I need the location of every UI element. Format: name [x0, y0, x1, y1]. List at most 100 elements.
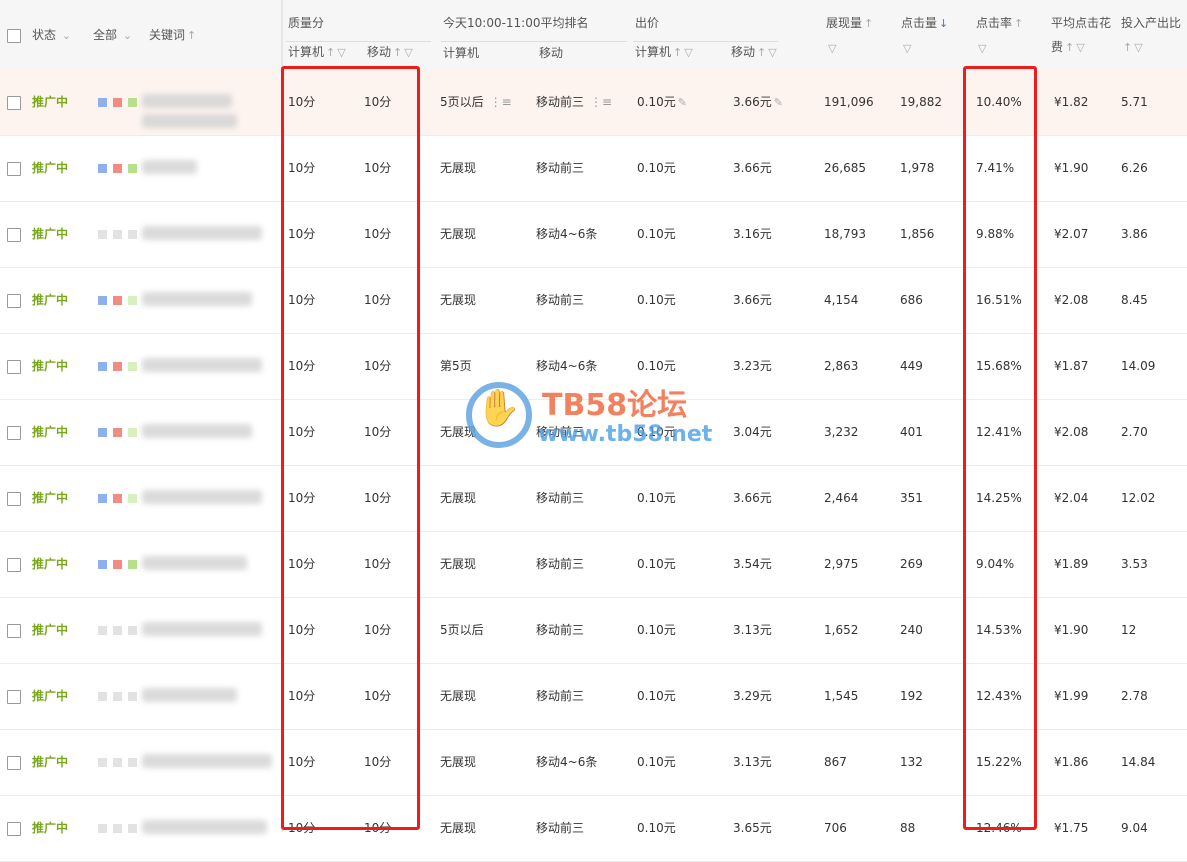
rank-mobile-cell: 移动前三 [536, 268, 584, 333]
row-checkbox[interactable] [7, 558, 21, 572]
bid-pc-cell-value: 0.10元 [637, 491, 676, 505]
select-all-checkbox[interactable] [7, 29, 21, 43]
filter-icon[interactable]: ▽ [978, 42, 986, 55]
keyword-text-redacted[interactable] [142, 424, 252, 438]
row-checkbox[interactable] [7, 690, 21, 704]
row-checkbox[interactable] [7, 492, 21, 506]
keyword-text-redacted[interactable] [142, 292, 252, 306]
status-cell: 推广中 [32, 227, 69, 241]
keyword-tag-icon [98, 494, 107, 503]
filter-icon[interactable]: ▽ [768, 46, 776, 59]
impressions-cell: 2,975 [824, 532, 858, 597]
filter-icon[interactable]: ▽ [684, 46, 692, 59]
cpc-cell: ¥1.86 [1054, 730, 1088, 795]
keyword-text-redacted[interactable] [142, 358, 262, 372]
row-checkbox[interactable] [7, 228, 21, 242]
bid-mobile-header[interactable]: 移动 ↑ ▽ [731, 44, 777, 61]
row-checkbox[interactable] [7, 360, 21, 374]
keyword-text-redacted[interactable] [142, 688, 237, 702]
clicks-cell-value: 192 [900, 689, 923, 703]
keyword-text-redacted[interactable] [142, 226, 262, 240]
status-cell: 推广中 [32, 161, 69, 175]
row-checkbox[interactable] [7, 294, 21, 308]
keyword-tag-icon [113, 98, 122, 107]
edit-icon[interactable]: ✎ [678, 96, 687, 109]
clicks-cell-value: 1,856 [900, 227, 935, 241]
roi-cell: 12.02 [1121, 466, 1155, 531]
quality-score-group: 质量分 [288, 16, 325, 30]
keyword-tag-icon [128, 428, 137, 437]
row-checkbox[interactable] [7, 426, 21, 440]
impressions-label: 展现量 [826, 16, 863, 30]
impressions-cell-value: 1,545 [824, 689, 859, 703]
rank-pc-cell-value: 无展现 [440, 293, 477, 307]
quality-mobile-header[interactable]: 移动 ↑ ▽ [367, 44, 413, 61]
keyword-tag-icon [113, 362, 122, 371]
keyword-text-redacted[interactable] [142, 94, 232, 108]
roi-cell: 5.71 [1121, 70, 1148, 135]
clicks-header[interactable]: 点击量 ↓ [901, 15, 948, 32]
impressions-cell-value: 3,232 [824, 425, 859, 439]
keyword-text-redacted[interactable] [142, 556, 247, 570]
clicks-cell-value: 132 [900, 755, 923, 769]
bid-mobile-cell: 3.65元 [733, 796, 772, 861]
clicks-cell: 1,856 [900, 202, 934, 267]
filter-icon[interactable]: ▽ [1076, 41, 1084, 54]
rank-mobile-cell: 移动前三 [536, 532, 584, 597]
impressions-cell: 1,652 [824, 598, 858, 663]
keyword-text-redacted[interactable] [142, 754, 272, 768]
rank-mobile-cell-value: 移动4~6条 [536, 755, 598, 769]
cpc-cell: ¥1.99 [1054, 664, 1088, 729]
chevron-down-icon: ⌄ [61, 29, 72, 42]
filter-icon[interactable]: ▽ [903, 42, 911, 55]
quality-pc-header[interactable]: 计算机 ↑ ▽ [288, 44, 346, 61]
keyword-tag-icon [113, 428, 122, 437]
impressions-header[interactable]: 展现量 ↑ [826, 15, 873, 32]
ctr-header[interactable]: 点击率 ↑ [976, 15, 1023, 32]
filter-icon[interactable]: ▽ [828, 42, 836, 55]
rank-list-icon[interactable]: ⋮≡ [490, 95, 512, 109]
keyword-tag-icon [128, 494, 137, 503]
keyword-tag-icon [113, 692, 122, 701]
row-checkbox[interactable] [7, 162, 21, 176]
keyword-header[interactable]: 关键词 ↑ [149, 27, 196, 44]
bid-pc-cell-value: 0.10元 [637, 557, 676, 571]
rank-mobile-cell-value: 移动前三 [536, 689, 585, 703]
rank-list-icon[interactable]: ⋮≡ [590, 95, 612, 109]
roi-cell: 14.09 [1121, 334, 1155, 399]
bid-pc-cell-value: 0.10元 [637, 755, 676, 769]
status-filter[interactable]: 状态 ⌄ [32, 27, 71, 44]
bid-pc-header[interactable]: 计算机 ↑ ▽ [635, 44, 693, 61]
roi-header[interactable]: 投入产出比 [1121, 15, 1181, 31]
filter-icon[interactable]: ▽ [1134, 41, 1142, 54]
row-checkbox[interactable] [7, 96, 21, 110]
keyword-tag-icon [128, 164, 137, 173]
rank-pc-cell: 无展现 [440, 202, 476, 267]
bid-pc-cell-value: 0.10元 [637, 359, 676, 373]
status-cell: 推广中 [32, 359, 69, 373]
row-checkbox[interactable] [7, 624, 21, 638]
roi-cell-value: 12.02 [1121, 491, 1156, 505]
filter-icon[interactable]: ▽ [404, 46, 412, 59]
row-checkbox[interactable] [7, 822, 21, 836]
filter-icon[interactable]: ▽ [337, 46, 345, 59]
rank-pc-cell-value: 无展现 [440, 557, 477, 571]
status-cell: 推广中 [32, 491, 69, 505]
sort-up-icon: ↑ [1014, 17, 1024, 30]
bid-mobile-cell: 3.66元 [733, 268, 772, 333]
bid-mobile-cell-value: 3.54元 [733, 557, 772, 571]
all-filter[interactable]: 全部 ⌄ [93, 27, 132, 44]
bid-mobile-cell: 3.23元 [733, 334, 772, 399]
impressions-cell-value: 1,652 [824, 623, 859, 637]
avg-cpc-header[interactable]: 平均点击花 [1051, 15, 1111, 31]
keyword-text-redacted[interactable] [142, 160, 197, 174]
keyword-tag-icon [98, 692, 107, 701]
impressions-cell: 706 [824, 796, 847, 861]
quality-score-highlight [281, 66, 420, 830]
roi-cell-value: 8.45 [1121, 293, 1148, 307]
row-checkbox[interactable] [7, 756, 21, 770]
keyword-text-redacted[interactable] [142, 622, 262, 636]
keyword-text-redacted[interactable] [142, 490, 262, 504]
edit-icon[interactable]: ✎ [774, 96, 783, 109]
clicks-cell: 192 [900, 664, 923, 729]
